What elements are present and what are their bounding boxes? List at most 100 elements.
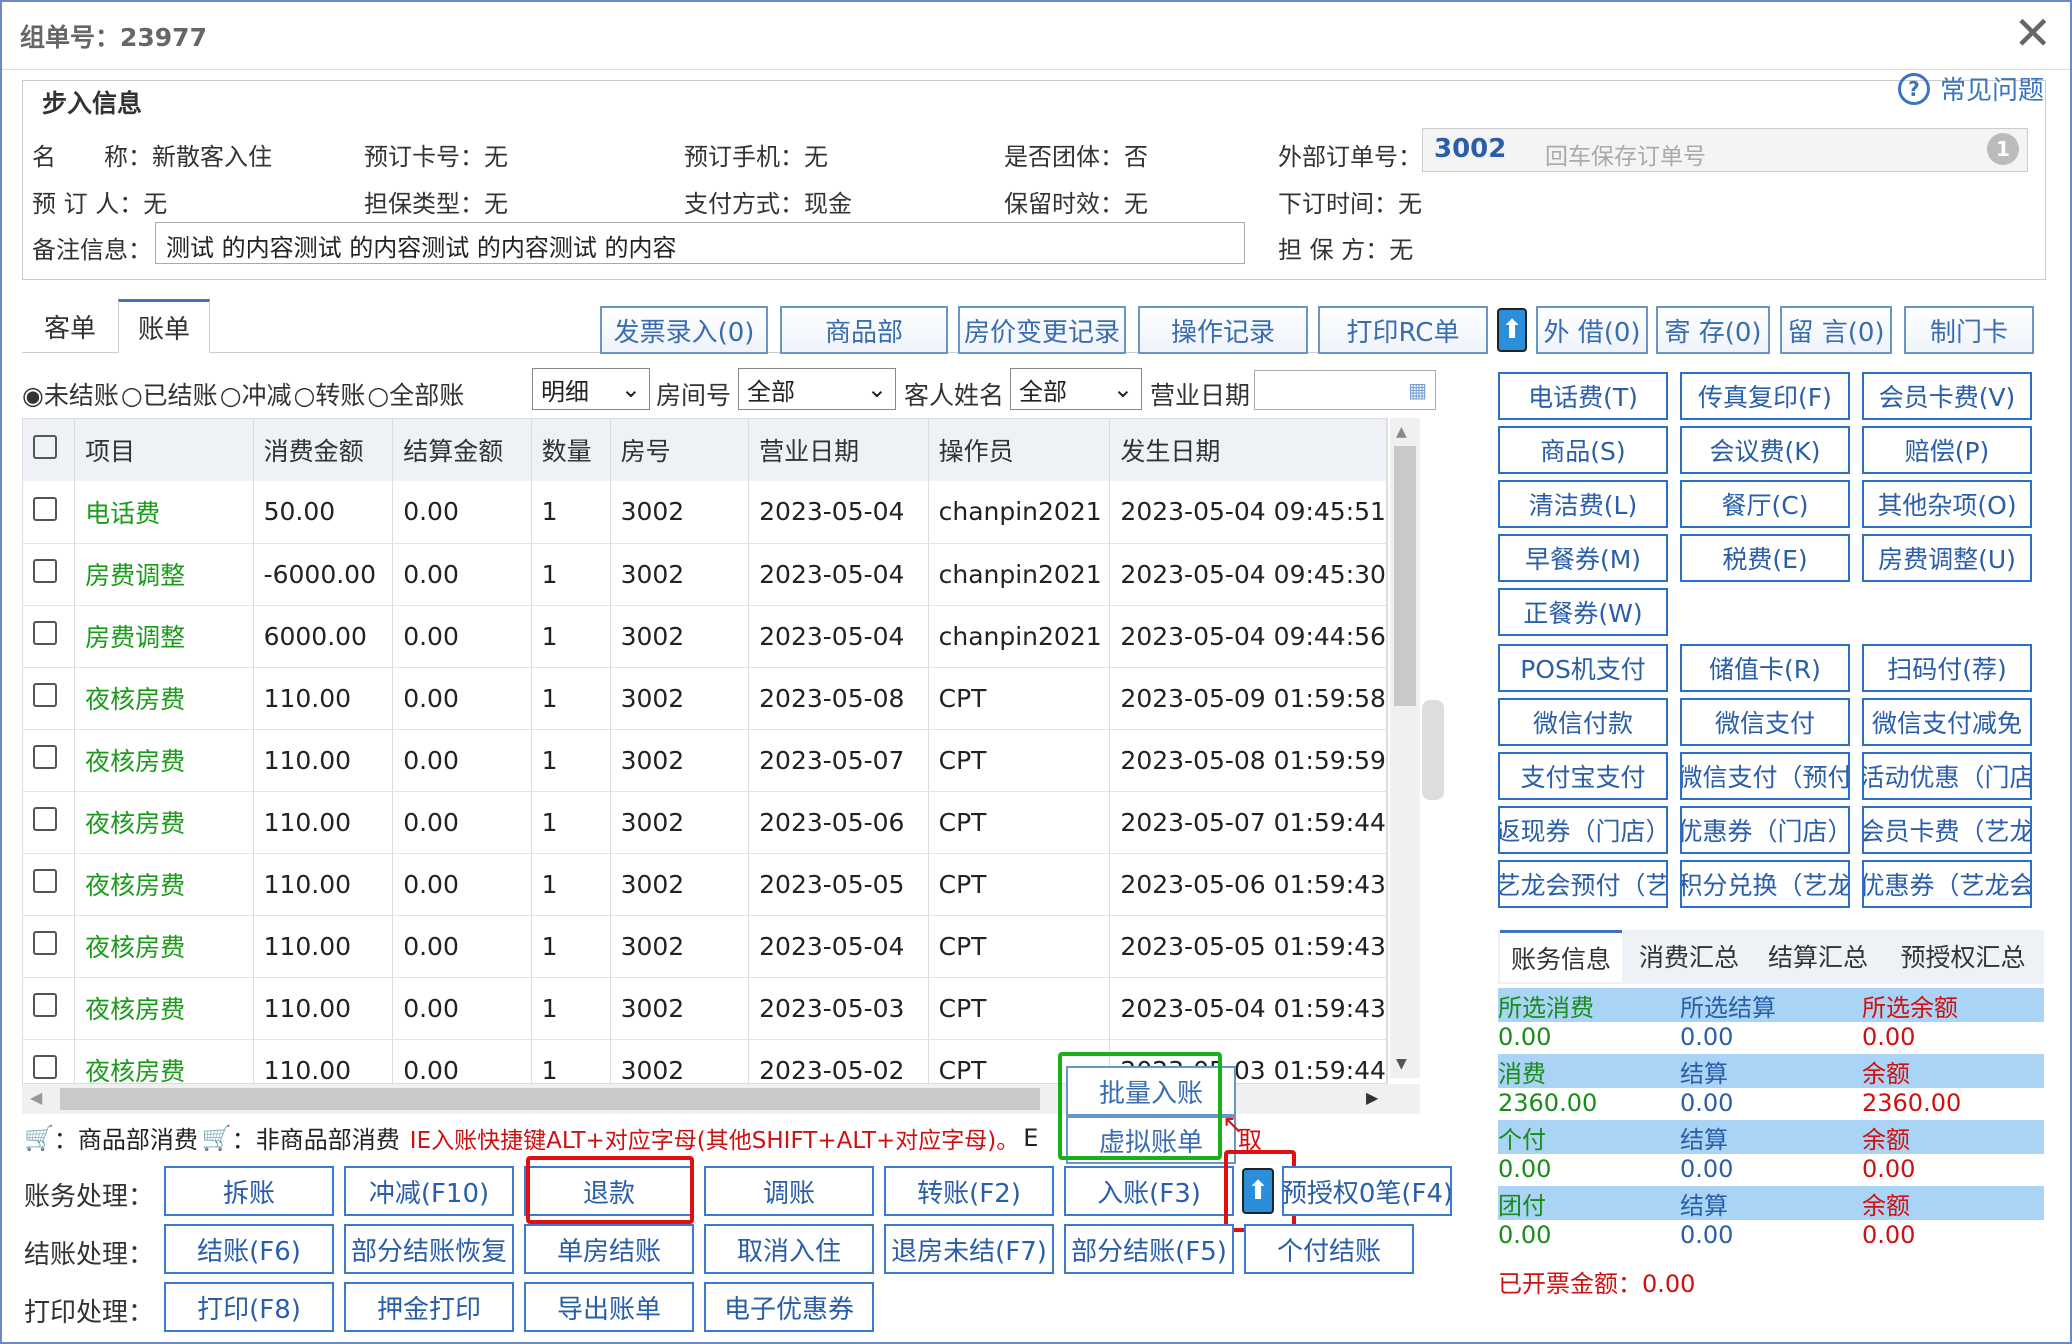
- table-row[interactable]: 夜核房费 110.00 0.00 1 3002 2023-05-08 CPT 2023-05-…: [23, 667, 1387, 730]
- col-occur-date[interactable]: 发生日期: [1109, 419, 1387, 481]
- close-icon[interactable]: ✕: [2013, 8, 2052, 58]
- preauth-button[interactable]: 预授权0笔(F4): [1282, 1166, 1452, 1216]
- table-row[interactable]: 夜核房费 110.00 0.00 1 3002 2023-05-06 CPT 2023-05-…: [23, 791, 1387, 854]
- cancel-checkin-button[interactable]: 取消入住: [704, 1224, 874, 1274]
- detail-select[interactable]: 明细 ⌄: [532, 368, 650, 410]
- tab-bill[interactable]: 账单: [118, 299, 210, 353]
- col-room[interactable]: 房号: [610, 419, 750, 481]
- col-qty[interactable]: 数量: [531, 419, 611, 481]
- tab-preauth-summary[interactable]: 预授权汇总: [1888, 930, 2038, 982]
- partial-checkout-button[interactable]: 部分结账(F5): [1064, 1224, 1234, 1274]
- row-checkbox[interactable]: [33, 993, 57, 1017]
- col-amount[interactable]: 消费金额: [253, 419, 394, 481]
- table-row[interactable]: 房费调整 -6000.00 0.00 1 3002 2023-05-04 chanpin20…: [23, 543, 1387, 606]
- invoice-entry-button[interactable]: 发票录入(0): [600, 306, 768, 354]
- transfer-button[interactable]: 转账(F2): [884, 1166, 1054, 1216]
- print-rc-button[interactable]: 打印RC单: [1318, 306, 1488, 354]
- partial-restore-button[interactable]: 部分结账恢复: [344, 1224, 514, 1274]
- col-biz-date[interactable]: 营业日期: [748, 419, 929, 481]
- adjust-button[interactable]: 调账: [704, 1166, 874, 1216]
- message-button[interactable]: 留 言(0): [1780, 306, 1892, 354]
- radio-unsettled[interactable]: ◉未结账: [22, 376, 119, 412]
- row-checkbox[interactable]: [33, 745, 57, 769]
- payment-button-1-0[interactable]: 微信付款: [1498, 698, 1668, 746]
- charge-button-3-2[interactable]: 房费调整(U): [1862, 534, 2032, 582]
- payment-button-2-2[interactable]: 活动优惠（门店: [1862, 752, 2032, 800]
- table-row[interactable]: 夜核房费 110.00 0.00 1 3002 2023-05-07 CPT 2023-05-…: [23, 729, 1387, 792]
- charge-button-0-2[interactable]: 会员卡费(V): [1862, 372, 2032, 420]
- remark-input[interactable]: 测试 的内容测试 的内容测试 的内容测试 的内容: [155, 222, 1245, 264]
- charge-button-3-1[interactable]: 税费(E): [1680, 534, 1850, 582]
- goods-dept-button[interactable]: 商品部: [780, 306, 948, 354]
- payment-button-0-0[interactable]: POS机支付: [1498, 644, 1668, 692]
- scroll-up-icon[interactable]: ▲: [1396, 424, 1407, 440]
- charge-button-1-0[interactable]: 商品(S): [1498, 426, 1668, 474]
- scroll-down-icon[interactable]: ▼: [1396, 1056, 1407, 1072]
- row-checkbox[interactable]: [33, 683, 57, 707]
- row-checkbox[interactable]: [33, 496, 57, 521]
- payment-button-0-1[interactable]: 储值卡(R): [1680, 644, 1850, 692]
- charge-button-2-0[interactable]: 清洁费(L): [1498, 480, 1668, 528]
- guest-select[interactable]: 全部 ⌄: [1010, 368, 1142, 410]
- charge-button-3-0[interactable]: 早餐券(M): [1498, 534, 1668, 582]
- payment-button-4-2[interactable]: 优惠券（艺龙会: [1862, 860, 2032, 908]
- up-arrow-icon[interactable]: ⬆: [1497, 308, 1527, 352]
- charge-button-0-0[interactable]: 电话费(T): [1498, 372, 1668, 420]
- offset-button[interactable]: 冲减(F10): [344, 1166, 514, 1216]
- vertical-scroll-thumb[interactable]: [1394, 446, 1416, 706]
- table-row[interactable]: 夜核房费 110.00 0.00 1 3002 2023-05-04 CPT 2023-05-…: [23, 915, 1387, 978]
- charge-button-4-0[interactable]: 正餐券(W): [1498, 588, 1668, 636]
- tab-account-info[interactable]: 账务信息: [1500, 930, 1622, 982]
- payment-button-3-0[interactable]: 返现券（门店）: [1498, 806, 1668, 854]
- calendar-icon[interactable]: ▦: [1408, 378, 1427, 402]
- payment-button-3-1[interactable]: 优惠券（门店）: [1680, 806, 1850, 854]
- charge-button-2-2[interactable]: 其他杂项(O): [1862, 480, 2032, 528]
- charge-button-1-2[interactable]: 赔偿(P): [1862, 426, 2032, 474]
- scroll-right-icon[interactable]: ▶: [1366, 1088, 1378, 1107]
- deposit-print-button[interactable]: 押金打印: [344, 1282, 514, 1332]
- payment-button-2-1[interactable]: 微信支付（预付: [1680, 752, 1850, 800]
- row-checkbox[interactable]: [33, 869, 57, 893]
- single-room-checkout-button[interactable]: 单房结账: [524, 1224, 694, 1274]
- deposit-button[interactable]: 寄 存(0): [1656, 306, 1770, 354]
- row-checkbox[interactable]: [33, 1055, 57, 1079]
- room-select[interactable]: 全部 ⌄: [738, 368, 896, 410]
- charge-button-2-1[interactable]: 餐厅(C): [1680, 480, 1850, 528]
- table-row[interactable]: 夜核房费 110.00 0.00 1 3002 2023-05-05 CPT 2023-05-…: [23, 853, 1387, 916]
- charge-button-1-1[interactable]: 会议费(K): [1680, 426, 1850, 474]
- lend-button[interactable]: 外 借(0): [1536, 306, 1648, 354]
- ext-order-badge[interactable]: 1: [1987, 133, 2019, 165]
- business-date-input[interactable]: ▦: [1254, 370, 1436, 410]
- radio-settled[interactable]: ○已结账: [121, 376, 218, 412]
- table-row[interactable]: 电话费 50.00 0.00 1 3002 2023-05-04 chanpin2021 20…: [23, 481, 1387, 544]
- table-row[interactable]: 夜核房费 110.00 0.00 1 3002 2023-05-03 CPT 2023-05-…: [23, 977, 1387, 1040]
- tab-guest[interactable]: 客单: [26, 299, 114, 353]
- payment-button-1-2[interactable]: 微信支付减免: [1862, 698, 2032, 746]
- payment-button-4-1[interactable]: 积分兑换（艺龙: [1680, 860, 1850, 908]
- payment-button-3-2[interactable]: 会员卡费（艺龙: [1862, 806, 2032, 854]
- col-item[interactable]: 项目: [74, 419, 254, 481]
- payment-button-0-2[interactable]: 扫码付(荐): [1862, 644, 2032, 692]
- faq-link[interactable]: ? 常见问题: [1897, 70, 2044, 107]
- rate-change-log-button[interactable]: 房价变更记录: [958, 306, 1126, 354]
- print-button[interactable]: 打印(F8): [164, 1282, 334, 1332]
- select-all-checkbox[interactable]: [33, 435, 57, 459]
- radio-offset[interactable]: ○冲减: [220, 376, 292, 412]
- payment-button-2-0[interactable]: 支付宝支付: [1498, 752, 1668, 800]
- horizontal-scroll-thumb[interactable]: [60, 1088, 1040, 1110]
- side-collapse-handle[interactable]: [1422, 700, 1444, 800]
- ext-order-input[interactable]: [1422, 128, 2028, 172]
- operation-log-button[interactable]: 操作记录: [1138, 306, 1308, 354]
- post-entry-button[interactable]: 入账(F3): [1064, 1166, 1234, 1216]
- checkout-button[interactable]: 结账(F6): [164, 1224, 334, 1274]
- col-settle[interactable]: 结算金额: [392, 419, 532, 481]
- personal-checkout-button[interactable]: 个付结账: [1244, 1224, 1414, 1274]
- split-bill-button[interactable]: 拆账: [164, 1166, 334, 1216]
- tab-settle-summary[interactable]: 结算汇总: [1756, 930, 1880, 982]
- row-checkbox[interactable]: [33, 931, 57, 955]
- e-coupon-button[interactable]: 电子优惠券: [704, 1282, 874, 1332]
- row-checkbox[interactable]: [33, 559, 57, 583]
- payment-button-4-0[interactable]: 艺龙会预付（艺: [1498, 860, 1668, 908]
- checkout-unsettled-button[interactable]: 退房未结(F7): [884, 1224, 1054, 1274]
- make-card-button[interactable]: 制门卡: [1904, 306, 2034, 354]
